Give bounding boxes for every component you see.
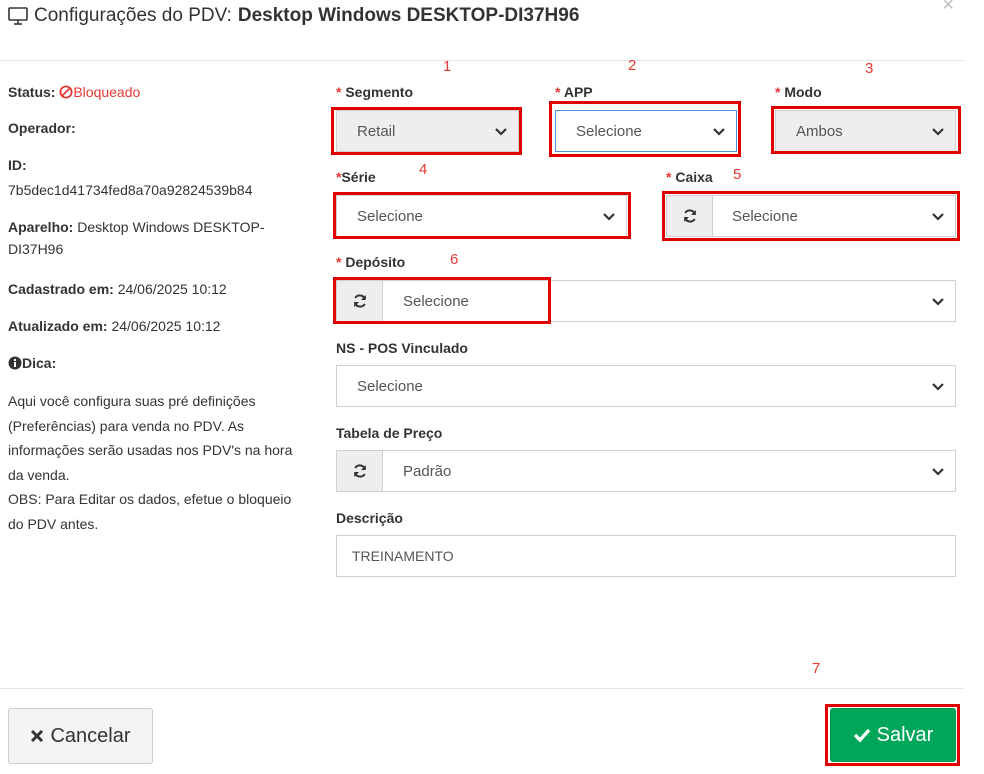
tabela-label: Tabela de Preço — [336, 425, 443, 441]
chevron-down-icon — [932, 298, 944, 306]
updated-value: 24/06/2025 10:12 — [111, 318, 221, 334]
deposito-label: * Depósito — [336, 254, 405, 270]
chevron-down-icon — [932, 128, 944, 136]
tabela-value: Padrão — [403, 462, 452, 480]
chevron-down-icon — [932, 213, 944, 221]
close-icon[interactable]: × — [942, 0, 954, 17]
cancel-button[interactable]: Cancelar — [8, 708, 153, 764]
chevron-down-icon — [932, 383, 944, 391]
deposito-label-text: Depósito — [345, 254, 406, 270]
descricao-value: TREINAMENTO — [352, 548, 454, 564]
title-prefix: Configurações do PDV: — [34, 5, 232, 26]
monitor-icon — [8, 7, 28, 25]
segmento-select[interactable]: Retail — [336, 110, 519, 152]
device-row: Aparelho: Desktop Windows DESKTOP-DI37H9… — [8, 216, 293, 260]
operator-label: Operador: — [8, 120, 76, 136]
chevron-down-icon — [932, 468, 944, 476]
caixa-label: * Caixa — [666, 169, 713, 185]
tabela-refresh-button[interactable] — [337, 451, 383, 491]
annotation-4: 4 — [419, 161, 428, 178]
annotation-1: 1 — [443, 58, 452, 75]
created-label: Cadastrado em: — [8, 281, 114, 297]
chevron-down-icon — [603, 213, 615, 221]
segmento-value: Retail — [357, 122, 396, 140]
ban-icon — [59, 85, 73, 99]
refresh-icon — [353, 464, 366, 478]
segmento-required: * — [336, 84, 342, 100]
annotation-6: 6 — [450, 251, 459, 268]
deposito-value: Selecione — [403, 292, 469, 310]
app-select[interactable]: Selecione — [555, 110, 737, 152]
check-icon — [853, 728, 870, 743]
caixa-label-text: Caixa — [675, 169, 713, 185]
modo-select[interactable]: Ambos — [775, 110, 956, 152]
serie-label-text: Série — [341, 169, 376, 185]
updated-row: Atualizado em: 24/06/2025 10:12 — [8, 315, 298, 337]
header-divider — [0, 60, 964, 61]
serie-select[interactable]: Selecione — [336, 195, 627, 237]
status-value: Bloqueado — [73, 84, 141, 100]
created-value: 24/06/2025 10:12 — [117, 281, 227, 297]
caixa-refresh-button[interactable] — [667, 196, 713, 236]
ns-pos-value: Selecione — [357, 377, 423, 395]
annotation-5: 5 — [733, 166, 742, 183]
modal-title: Configurações do PDV: Desktop Windows DE… — [8, 5, 579, 27]
refresh-icon — [683, 209, 696, 223]
info-icon — [8, 356, 22, 370]
tip-row: Dica: — [8, 352, 298, 374]
descricao-label: Descrição — [336, 510, 403, 526]
deposito-select[interactable]: Selecione — [336, 280, 956, 322]
app-label: * APP — [555, 84, 593, 100]
modo-label-text: Modo — [784, 84, 822, 100]
descricao-input[interactable]: TREINAMENTO — [336, 535, 956, 577]
footer-divider — [0, 688, 964, 689]
id-row: ID: 7b5dec1d41734fed8a70a92824539b84 — [8, 154, 298, 201]
title-device: Desktop Windows DESKTOP-DI37H96 — [237, 5, 580, 26]
ns-pos-select[interactable]: Selecione — [336, 365, 956, 407]
id-label: ID: — [8, 157, 27, 173]
tip-obs: OBS: Para Editar os dados, efetue o bloq… — [8, 491, 292, 532]
chevron-down-icon — [495, 128, 507, 136]
app-required: * — [555, 84, 561, 100]
annotation-3: 3 — [865, 60, 874, 77]
tip-label: Dica: — [22, 355, 57, 371]
tip-content: Aqui você configura suas pré definições … — [8, 389, 298, 536]
operator-row: Operador: — [8, 117, 298, 139]
annotation-7: 7 — [812, 660, 821, 677]
refresh-icon — [353, 294, 366, 308]
caixa-value: Selecione — [732, 207, 798, 225]
save-button[interactable]: Salvar — [830, 708, 956, 762]
ns-pos-label: NS - POS Vinculado — [336, 340, 468, 356]
tabela-select[interactable]: Padrão — [336, 450, 956, 492]
status-row: Status: Bloqueado — [8, 81, 298, 103]
chevron-down-icon — [713, 128, 725, 136]
segmento-label-text: Segmento — [345, 84, 414, 100]
status-label: Status: — [8, 84, 56, 100]
serie-label: *Série — [336, 169, 376, 185]
created-row: Cadastrado em: 24/06/2025 10:12 — [8, 278, 298, 300]
caixa-required: * — [666, 169, 672, 185]
times-icon — [31, 729, 44, 743]
save-label: Salvar — [876, 723, 934, 746]
tip-text: Aqui você configura suas pré definições … — [8, 393, 293, 483]
updated-label: Atualizado em: — [8, 318, 108, 334]
app-label-text: APP — [563, 84, 593, 100]
deposito-refresh-button[interactable] — [337, 281, 383, 321]
serie-value: Selecione — [357, 207, 423, 225]
deposito-required: * — [336, 254, 342, 270]
annotation-2: 2 — [628, 57, 637, 74]
cancel-label: Cancelar — [50, 724, 131, 747]
segmento-label: * Segmento — [336, 84, 413, 100]
app-value: Selecione — [576, 122, 642, 140]
modo-label: * Modo — [775, 84, 822, 100]
modo-required: * — [775, 84, 781, 100]
device-label: Aparelho: — [8, 219, 74, 235]
caixa-select[interactable]: Selecione — [666, 195, 956, 237]
modo-value: Ambos — [796, 122, 843, 140]
id-value: 7b5dec1d41734fed8a70a92824539b84 — [8, 182, 253, 198]
status-badge: Bloqueado — [59, 84, 140, 100]
